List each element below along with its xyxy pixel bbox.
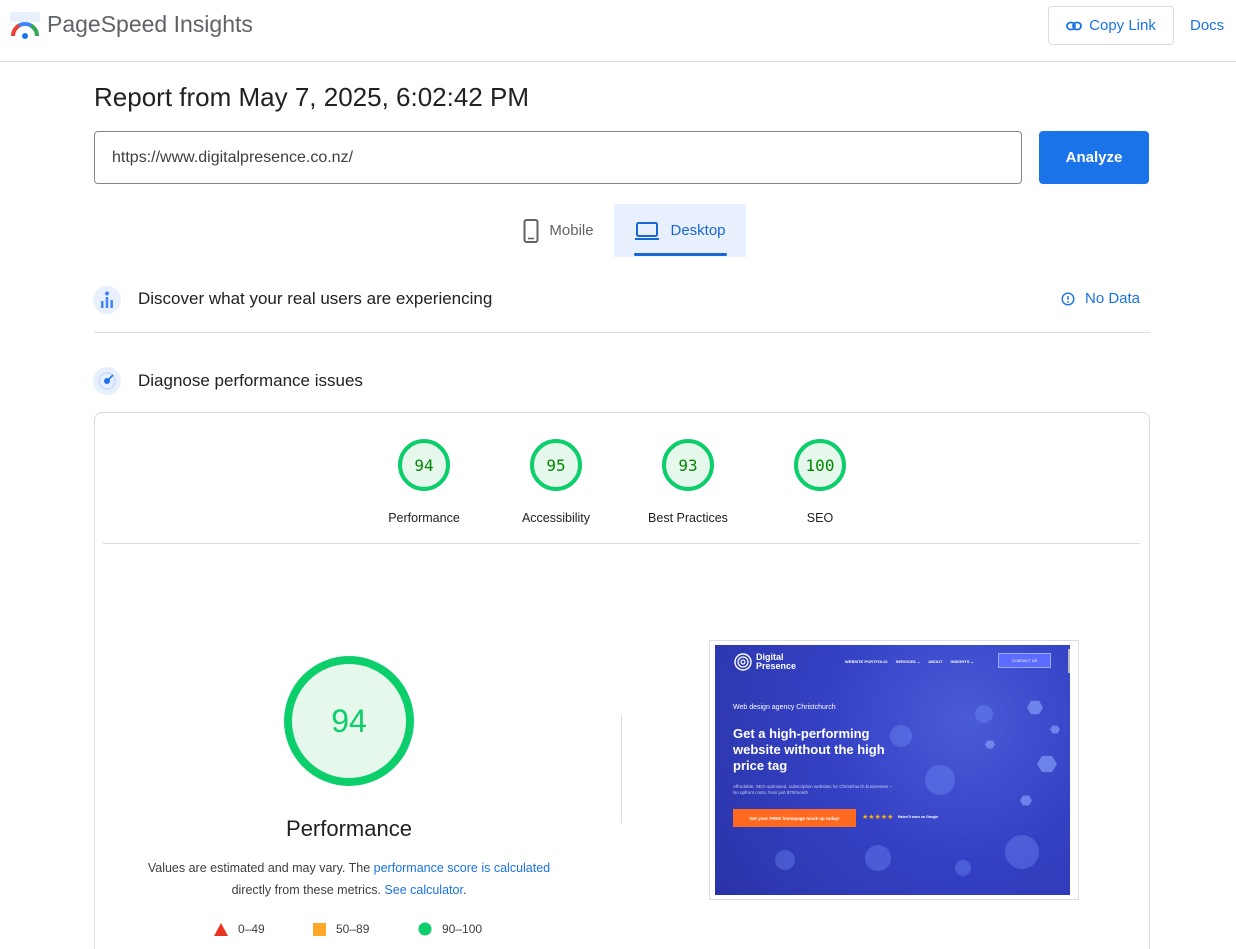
legend-average: 50–89 <box>313 922 369 936</box>
url-input-value: https://www.digitalpresence.co.nz/ <box>112 148 354 166</box>
copy-link-button[interactable]: Copy Link <box>1048 6 1174 45</box>
thumb-stars: ★★★★★ <box>862 814 894 821</box>
copy-link-label: Copy Link <box>1089 17 1156 34</box>
top-bar: PageSpeed Insights Copy Link Docs <box>0 0 1236 62</box>
category-gauge-best-practices[interactable]: 93 Best Practices <box>628 438 748 525</box>
category-gauge-accessibility[interactable]: 95 Accessibility <box>496 438 616 525</box>
gauge-score: 100 <box>806 456 835 475</box>
legend-average-range: 50–89 <box>336 922 370 936</box>
analyze-button[interactable]: Analyze <box>1039 131 1149 184</box>
card-divider <box>103 543 1140 544</box>
score-calculated-link[interactable]: performance score is calculated <box>374 861 550 875</box>
category-gauge-performance[interactable]: 94 Performance <box>364 438 484 525</box>
hexagon-shape <box>1027 700 1043 715</box>
gauge-ring: 100 <box>794 439 846 491</box>
thumb-nav: WEBSITE PORTFOLIO SERVICES ⌄ ABOUT INSIG… <box>845 659 974 664</box>
hexagon-shape <box>985 740 995 749</box>
final-screenshot[interactable]: Digital Presence WEBSITE PORTFOLIO SERVI… <box>715 645 1070 895</box>
circle-icon <box>418 922 432 936</box>
smartphone-icon <box>523 218 539 243</box>
bokeh-dot <box>1005 835 1039 869</box>
report-title: Report from May 7, 2025, 6:02:42 PM <box>94 82 529 112</box>
vertical-separator <box>621 715 622 823</box>
thumb-contact-button: CONTACT US <box>998 653 1051 668</box>
triangle-icon <box>214 922 228 936</box>
square-icon <box>313 922 326 936</box>
tab-active-indicator <box>634 253 727 256</box>
thumb-paragraph: Affordable, SEO-optimised, subscription … <box>733 784 892 795</box>
section-divider <box>94 332 1150 333</box>
thumb-headline: Get a high-performing website without th… <box>733 726 885 773</box>
bokeh-dot <box>865 845 891 871</box>
legend-pass: 90–100 <box>418 922 482 936</box>
gauge-score: 93 <box>678 456 697 475</box>
thumb-logo: Digital Presence <box>734 653 796 671</box>
thumb-nav-item: INSIGHTS ⌄ <box>950 659 974 664</box>
legend-pass-range: 90–100 <box>442 922 483 936</box>
no-data-link[interactable]: No Data <box>1061 290 1140 307</box>
note-text: directly from these metrics. <box>231 883 385 897</box>
bokeh-dot <box>955 860 971 876</box>
see-calculator-link[interactable]: See calculator <box>384 883 463 897</box>
tab-desktop-label: Desktop <box>670 222 726 239</box>
performance-note: Values are estimated and may vary. The p… <box>129 857 569 901</box>
real-users-title: Discover what your real users are experi… <box>138 289 493 308</box>
lighthouse-diagnose-icon <box>93 367 121 395</box>
gauge-label: Best Practices <box>648 511 728 525</box>
thumb-nav-item: ABOUT <box>928 659 943 664</box>
note-text: Values are estimated and may vary. The <box>147 861 374 875</box>
thumb-logo-line2: Presence <box>756 661 797 671</box>
link-icon <box>1066 21 1083 30</box>
tab-mobile[interactable]: Mobile <box>503 204 614 257</box>
fingerprint-logo-icon <box>734 653 752 671</box>
tab-desktop[interactable]: Desktop <box>614 204 746 257</box>
gauge-ring: 95 <box>530 439 582 491</box>
pagespeed-logo-icon[interactable] <box>10 12 40 40</box>
bokeh-dot <box>775 850 795 870</box>
category-gauge-seo[interactable]: 100 SEO <box>760 438 880 525</box>
legend-fail: 0–49 <box>214 922 265 936</box>
crux-users-icon <box>93 286 121 314</box>
thumb-scrollbar <box>1068 649 1070 673</box>
gauge-label: Performance <box>388 511 460 525</box>
thumb-nav-item: WEBSITE PORTFOLIO <box>845 659 888 664</box>
bokeh-dot <box>975 705 993 723</box>
gauge-label: SEO <box>806 511 834 525</box>
gauge-score: 95 <box>546 456 565 475</box>
hexagon-shape <box>1050 725 1060 734</box>
legend-fail-range: 0–49 <box>238 922 265 936</box>
url-input[interactable]: https://www.digitalpresence.co.nz/ <box>94 131 1022 184</box>
app-title: PageSpeed Insights <box>47 11 253 37</box>
gauge-score: 94 <box>414 456 433 475</box>
performance-score-gauge: 94 <box>284 656 414 786</box>
thumb-cta-button: Get your FREE homepage mock up today! <box>733 809 856 827</box>
hexagon-shape <box>1020 795 1032 806</box>
thumb-nav-item: SERVICES ⌄ <box>895 659 921 664</box>
tab-mobile-label: Mobile <box>549 222 594 239</box>
thumb-rated-text: Rated 5 stars on Google <box>898 815 939 819</box>
diagnose-title: Diagnose performance issues <box>138 371 363 390</box>
note-text: . <box>462 883 467 897</box>
gauge-ring: 93 <box>662 439 714 491</box>
bokeh-dot <box>925 765 955 795</box>
hexagon-shape <box>1037 755 1057 773</box>
performance-score-value: 94 <box>331 703 367 739</box>
gauge-ring: 94 <box>398 439 450 491</box>
info-icon <box>1061 291 1075 306</box>
gauge-label: Accessibility <box>521 511 591 525</box>
docs-link[interactable]: Docs <box>1190 17 1224 34</box>
performance-heading: Performance <box>286 816 412 841</box>
laptop-icon <box>635 221 660 240</box>
thumb-subtitle: Web design agency Christchurch <box>733 704 836 711</box>
no-data-label: No Data <box>1085 290 1141 307</box>
